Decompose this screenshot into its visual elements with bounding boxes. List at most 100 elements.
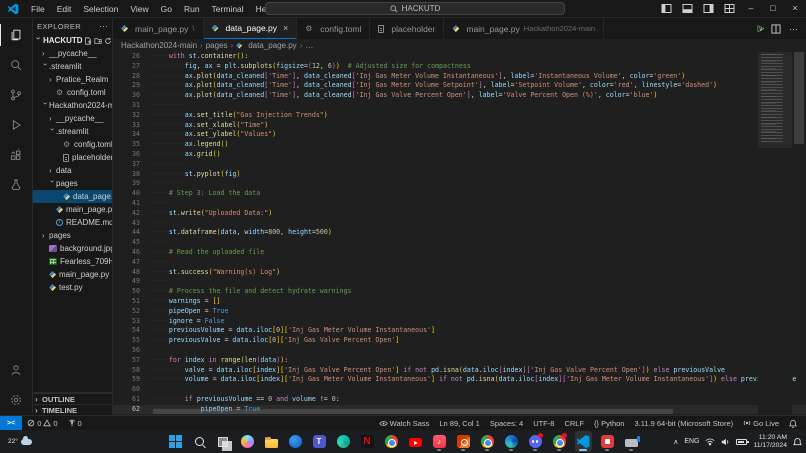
tab-main-page-py[interactable]: main_page.py\ bbox=[113, 18, 204, 39]
encoding[interactable]: UTF-8 bbox=[528, 419, 559, 428]
tree-item-pratice-realm[interactable]: ›Pratice_Realm bbox=[33, 73, 112, 86]
office-app-icon[interactable] bbox=[455, 431, 472, 452]
code-line-34[interactable]: 34········ax.set_ylabel("Values") bbox=[113, 130, 806, 140]
ports-indicator[interactable]: 0 bbox=[63, 419, 87, 428]
tree-item-background-jpg[interactable]: background.jpg bbox=[33, 242, 112, 255]
tree-item--streamlit[interactable]: ›.streamlit bbox=[33, 60, 112, 73]
code-line-57[interactable]: 57····for index in range(len(data)): bbox=[113, 356, 806, 366]
code-line-33[interactable]: 33········ax.set_xlabel("Time") bbox=[113, 121, 806, 131]
minimize-button[interactable]: – bbox=[740, 0, 762, 17]
tree-item-placeholder[interactable]: placeholder bbox=[33, 151, 112, 164]
vertical-scrollbar[interactable] bbox=[792, 52, 806, 415]
menu-view[interactable]: View bbox=[124, 4, 154, 14]
task-view-button-icon[interactable] bbox=[215, 431, 232, 452]
run-and-debug-icon[interactable] bbox=[0, 110, 33, 140]
code-line-35[interactable]: 35········ax.legend() bbox=[113, 140, 806, 150]
menu-go[interactable]: Go bbox=[155, 4, 178, 14]
maximize-button[interactable]: □ bbox=[762, 0, 784, 17]
refresh-icon[interactable] bbox=[104, 37, 112, 45]
python-interpreter[interactable]: 3.11.9 64-bit (Microsoft Store) bbox=[629, 419, 738, 428]
code-line-44[interactable]: 44····st.dataframe(data, width=800, heig… bbox=[113, 228, 806, 238]
netflix-app-icon[interactable]: N bbox=[359, 431, 376, 452]
search-button-icon[interactable] bbox=[191, 431, 208, 452]
store-app-icon[interactable] bbox=[335, 431, 352, 452]
new-file-icon[interactable] bbox=[84, 37, 92, 45]
tree-item--streamlit[interactable]: ›.streamlit bbox=[33, 125, 112, 138]
toggle-secondary-sidebar-icon[interactable] bbox=[698, 3, 719, 14]
tab-main-page-py[interactable]: main_page.pyHackathon2024-main bbox=[444, 18, 604, 39]
code-editor[interactable]: 26····with st.container():27········fig,… bbox=[113, 52, 806, 415]
tree-item-pages[interactable]: ›pages bbox=[33, 177, 112, 190]
code-line-55[interactable]: 55····previousValve = data.iloc[0]['Inj … bbox=[113, 336, 806, 346]
toggle-sidebar-icon[interactable] bbox=[656, 3, 677, 14]
tab-data-page-py[interactable]: data_page.py× bbox=[204, 18, 298, 39]
vscode-app-icon[interactable] bbox=[575, 431, 592, 452]
menu-selection[interactable]: Selection bbox=[77, 4, 124, 14]
command-center-search[interactable]: HACKUTD bbox=[265, 2, 565, 15]
tree-item-config-toml[interactable]: ⚙config.toml bbox=[33, 138, 112, 151]
language-indicator[interactable]: ENG bbox=[684, 438, 699, 445]
extensions-icon[interactable] bbox=[0, 140, 33, 170]
clock[interactable]: 11:20 AM 11/17/2024 bbox=[753, 434, 787, 450]
code-line-29[interactable]: 29········ax.plot(data_cleaned['Time'], … bbox=[113, 81, 806, 91]
problems-indicator[interactable]: 0 0 bbox=[22, 419, 62, 428]
indentation[interactable]: Spaces: 4 bbox=[485, 419, 528, 428]
code-line-39[interactable]: 39········ bbox=[113, 179, 806, 189]
testing-icon[interactable] bbox=[0, 170, 33, 200]
teams-app-icon[interactable]: T bbox=[311, 431, 328, 452]
go-live-button[interactable]: Go Live bbox=[738, 419, 784, 428]
tree-item-main-page-py[interactable]: main_page.py bbox=[33, 268, 112, 281]
timeline-section[interactable]: ›TIMELINE bbox=[33, 404, 112, 415]
code-line-54[interactable]: 54····previousVolume = data.iloc[0]['Inj… bbox=[113, 326, 806, 336]
code-line-46[interactable]: 46····# Read the uploaded file bbox=[113, 248, 806, 258]
scanner-app-icon[interactable] bbox=[623, 431, 640, 452]
code-line-45[interactable]: 45···· bbox=[113, 238, 806, 248]
code-line-58[interactable]: 58········valve = data.iloc[index]['Inj … bbox=[113, 366, 806, 376]
remote-indicator[interactable]: >< bbox=[0, 416, 22, 430]
tree-item-fearless-709h-10-31-[interactable]: Fearless_709H-10_31-... bbox=[33, 255, 112, 268]
breadcrumb[interactable]: Hackathon2024-main›pages›data_page.py›… bbox=[113, 39, 806, 52]
breadcrumb-item[interactable]: Hackathon2024-main bbox=[121, 41, 197, 50]
tree-item-data[interactable]: ›data bbox=[33, 164, 112, 177]
chrome-app-2-icon[interactable] bbox=[479, 431, 496, 452]
language-mode[interactable]: {} Python bbox=[589, 419, 629, 428]
code-line-49[interactable]: 49···· bbox=[113, 277, 806, 287]
watch-sass-button[interactable]: Watch Sass bbox=[374, 419, 435, 428]
bing-app-icon[interactable] bbox=[287, 431, 304, 452]
code-line-37[interactable]: 37········ bbox=[113, 160, 806, 170]
discord-app-icon[interactable] bbox=[527, 431, 544, 452]
menu-file[interactable]: File bbox=[25, 4, 51, 14]
code-line-28[interactable]: 28········ax.plot(data_cleaned['Time'], … bbox=[113, 72, 806, 82]
breadcrumb-item[interactable]: pages bbox=[206, 41, 228, 50]
tree-item--pycache-[interactable]: ›__pycache__ bbox=[33, 112, 112, 125]
tree-item-readme-md[interactable]: iREADME.md bbox=[33, 216, 112, 229]
notifications-bell-icon[interactable] bbox=[784, 419, 802, 428]
run-python-file-button[interactable]: ▷∨ bbox=[758, 23, 763, 34]
settings-gear-icon[interactable] bbox=[0, 385, 33, 415]
tray-chevron-icon[interactable]: ∧ bbox=[673, 438, 678, 446]
code-line-30[interactable]: 30········ax.plot(data_cleaned['Time'], … bbox=[113, 91, 806, 101]
code-line-48[interactable]: 48····st.success("Warning(s) Log") bbox=[113, 268, 806, 278]
tree-item-data-page-py[interactable]: data_page.py bbox=[33, 190, 112, 203]
cursor-position[interactable]: Ln 89, Col 1 bbox=[434, 419, 484, 428]
menu-edit[interactable]: Edit bbox=[51, 4, 78, 14]
code-line-52[interactable]: 52····pipeOpen = True bbox=[113, 307, 806, 317]
code-line-27[interactable]: 27········fig, ax = plt.subplots(figsize… bbox=[113, 62, 806, 72]
tree-item-test-py[interactable]: test.py bbox=[33, 281, 112, 294]
tree-item-config-toml[interactable]: ⚙config.toml bbox=[33, 86, 112, 99]
workspace-root-row[interactable]: › HACKUTD bbox=[33, 34, 112, 47]
code-line-56[interactable]: 56 bbox=[113, 346, 806, 356]
menu-terminal[interactable]: Terminal bbox=[206, 4, 250, 14]
tree-item-hackathon2024-main[interactable]: ›Hackathon2024-main bbox=[33, 99, 112, 112]
toggle-panel-icon[interactable] bbox=[677, 3, 698, 14]
tab-placeholder[interactable]: placeholder bbox=[370, 18, 444, 39]
explorer-icon[interactable] bbox=[0, 20, 33, 50]
volume-icon[interactable] bbox=[721, 438, 730, 446]
code-line-41[interactable]: 41···· bbox=[113, 199, 806, 209]
weather-widget[interactable]: 22° bbox=[8, 438, 32, 445]
code-line-53[interactable]: 53····ignore = False bbox=[113, 317, 806, 327]
code-line-36[interactable]: 36········ax.grid() bbox=[113, 150, 806, 160]
code-line-60[interactable]: 60 bbox=[113, 385, 806, 395]
outline-section[interactable]: ›OUTLINE bbox=[33, 393, 112, 404]
notification-bell-icon[interactable] bbox=[793, 437, 802, 447]
